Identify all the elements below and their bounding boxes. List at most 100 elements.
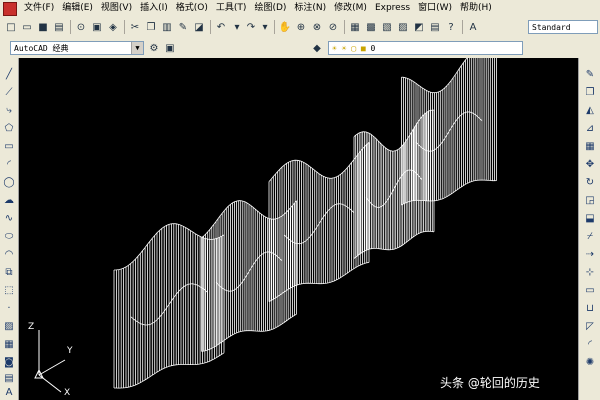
toolbar-divider [124, 20, 125, 34]
array-icon[interactable]: ▦ [583, 140, 597, 153]
layer-properties-icon[interactable]: ◆ [310, 41, 324, 55]
table-icon[interactable]: ▤ [2, 372, 16, 385]
join-icon[interactable]: ⊔ [583, 302, 597, 315]
print-preview-icon[interactable]: ⊙ [74, 20, 88, 34]
workspace-layer-toolbar: AutoCAD 经典 ▼ ⚙ ▣ ◆ ☀ ☀ ▢ ■ 0 [0, 38, 600, 59]
open-folder-icon[interactable]: ▭ [20, 20, 34, 34]
new-file-icon[interactable]: □ [4, 20, 18, 34]
markup-icon[interactable]: ◩ [412, 20, 426, 34]
save-icon[interactable]: ■ [36, 20, 50, 34]
menu-insert[interactable]: 插入(I) [136, 0, 172, 17]
zoom-window-icon[interactable]: ⊗ [310, 20, 324, 34]
region-icon[interactable]: ◙ [2, 356, 16, 369]
layer-select[interactable]: ☀ ☀ ▢ ■ 0 [328, 41, 523, 55]
chevron-down-icon[interactable]: ▼ [131, 42, 143, 54]
match-properties-icon[interactable]: ✎ [176, 20, 190, 34]
fillet-icon[interactable]: ◜ [583, 338, 597, 351]
polyline-icon[interactable]: ⤷ [2, 104, 16, 117]
insert-block-icon[interactable]: ⧉ [2, 266, 16, 279]
break-at-point-icon[interactable]: ⊹ [583, 266, 597, 279]
help-icon[interactable]: ? [444, 20, 458, 34]
construction-line-icon[interactable]: ⟋ [2, 86, 16, 99]
publish-icon[interactable]: ▣ [90, 20, 104, 34]
3d-dwf-icon[interactable]: ◈ [106, 20, 120, 34]
modify-toolbar: ✎ ❐ ◭ ⊿ ▦ ✥ ↻ ◲ ⬓ ⌿ ⇢ ⊹ ▭ ⊔ ◸ ◜ ✺ [578, 58, 600, 400]
cut-icon[interactable]: ✂ [128, 20, 142, 34]
menu-dimension[interactable]: 标注(N) [290, 0, 330, 17]
design-center-icon[interactable]: ▩ [364, 20, 378, 34]
hatch-icon[interactable]: ▨ [2, 320, 16, 333]
menu-bar: 文件(F) 编辑(E) 视图(V) 插入(I) 格式(O) 工具(T) 绘图(D… [0, 0, 600, 18]
line-icon[interactable]: ╱ [2, 68, 16, 81]
ellipse-arc-icon[interactable]: ◠ [2, 248, 16, 261]
break-icon[interactable]: ▭ [583, 284, 597, 297]
scale-icon[interactable]: ◲ [583, 194, 597, 207]
undo-dropdown-icon[interactable]: ▾ [230, 20, 244, 34]
ellipse-icon[interactable]: ⬭ [2, 230, 16, 243]
layer-value: 0 [370, 44, 376, 53]
layer-state-icons: ☀ ☀ ▢ ■ [332, 44, 371, 53]
move-icon[interactable]: ✥ [583, 158, 597, 171]
tool-palettes-icon[interactable]: ▧ [380, 20, 394, 34]
revision-cloud-icon[interactable]: ☁ [2, 194, 16, 207]
plot-icon[interactable]: ▤ [52, 20, 66, 34]
text-style-icon[interactable]: A [466, 20, 480, 34]
menu-draw[interactable]: 绘图(D) [250, 0, 290, 17]
zoom-realtime-icon[interactable]: ⊕ [294, 20, 308, 34]
copy-object-icon[interactable]: ❐ [583, 86, 597, 99]
properties-icon[interactable]: ▦ [348, 20, 362, 34]
rectangle-icon[interactable]: ▭ [2, 140, 16, 153]
block-editor-icon[interactable]: ◪ [192, 20, 206, 34]
toolbar-divider [274, 20, 275, 34]
spline-icon[interactable]: ∿ [2, 212, 16, 225]
stretch-icon[interactable]: ⬓ [583, 212, 597, 225]
gradient-icon[interactable]: ▦ [2, 338, 16, 351]
workspace-value: AutoCAD 经典 [14, 44, 69, 53]
ucs-icon [34, 330, 66, 393]
undo-icon[interactable]: ↶ [214, 20, 228, 34]
trim-icon[interactable]: ⌿ [583, 230, 597, 243]
text-style-select[interactable]: Standard [528, 20, 598, 34]
redo-dropdown-icon[interactable]: ▾ [258, 20, 272, 34]
menu-edit[interactable]: 编辑(E) [58, 0, 97, 17]
workspace-select[interactable]: AutoCAD 经典 ▼ [10, 41, 144, 55]
draw-toolbar: ╱ ⟋ ⤷ ⬠ ▭ ◜ ◯ ☁ ∿ ⬭ ◠ ⧉ ⬚ · ▨ ▦ ◙ ▤ A [0, 58, 19, 400]
point-icon[interactable]: · [2, 302, 16, 315]
toolbar-divider [462, 20, 463, 34]
workspace-settings-icon[interactable]: ⚙ [147, 41, 161, 55]
ucs-x-label: X [64, 388, 71, 398]
toolbar-divider [344, 20, 345, 34]
redo-icon[interactable]: ↷ [244, 20, 258, 34]
paste-icon[interactable]: ▥ [160, 20, 174, 34]
drawing-canvas[interactable]: Z Y X [19, 58, 578, 400]
quickcalc-icon[interactable]: ▤ [428, 20, 442, 34]
toolbar-divider [210, 20, 211, 34]
rotate-icon[interactable]: ↻ [583, 176, 597, 189]
mirror-icon[interactable]: ◭ [583, 104, 597, 117]
menu-modify[interactable]: 修改(M) [330, 0, 371, 17]
arc-icon[interactable]: ◜ [2, 158, 16, 171]
copy-icon[interactable]: ❐ [144, 20, 158, 34]
offset-icon[interactable]: ⊿ [583, 122, 597, 135]
menu-tools[interactable]: 工具(T) [212, 0, 251, 17]
extend-icon[interactable]: ⇢ [583, 248, 597, 261]
menu-window[interactable]: 窗口(W) [414, 0, 456, 17]
erase-icon[interactable]: ✎ [583, 68, 597, 81]
workspace-save-icon[interactable]: ▣ [163, 41, 177, 55]
wireframe-group [113, 58, 497, 389]
multiline-text-icon[interactable]: A [2, 386, 16, 399]
circle-icon[interactable]: ◯ [2, 176, 16, 189]
sheet-set-icon[interactable]: ▨ [396, 20, 410, 34]
menu-view[interactable]: 视图(V) [97, 0, 136, 17]
pan-icon[interactable]: ✋ [278, 20, 292, 34]
menu-format[interactable]: 格式(O) [172, 0, 212, 17]
make-block-icon[interactable]: ⬚ [2, 284, 16, 297]
app-icon[interactable] [3, 1, 17, 16]
menu-file[interactable]: 文件(F) [20, 0, 58, 17]
menu-help[interactable]: 帮助(H) [456, 0, 496, 17]
menu-express[interactable]: Express [371, 0, 414, 17]
zoom-previous-icon[interactable]: ⊘ [326, 20, 340, 34]
polygon-icon[interactable]: ⬠ [2, 122, 16, 135]
chamfer-icon[interactable]: ◸ [583, 320, 597, 333]
explode-icon[interactable]: ✺ [583, 356, 597, 369]
